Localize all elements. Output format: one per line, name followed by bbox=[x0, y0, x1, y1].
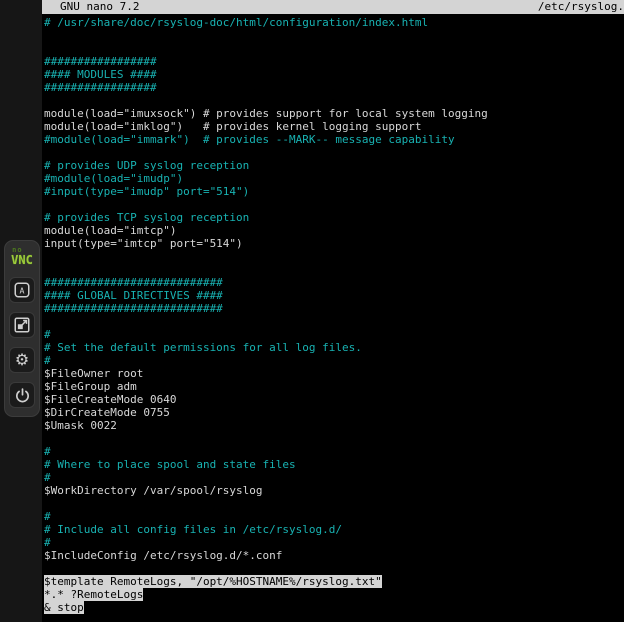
terminal-line: #module(load="imudp") bbox=[44, 172, 624, 185]
terminal-line: module(load="imklog") # provides kernel … bbox=[44, 120, 624, 133]
terminal-line: # bbox=[44, 354, 624, 367]
nano-version: GNU nano 7.2 bbox=[60, 0, 139, 14]
terminal-line: # Where to place spool and state files bbox=[44, 458, 624, 471]
selected-text: $template RemoteLogs, "/opt/%HOSTNAME%/r… bbox=[44, 575, 382, 588]
terminal-line: # Include all config files in /etc/rsysl… bbox=[44, 523, 624, 536]
terminal-line bbox=[44, 146, 624, 159]
terminal-line: #### MODULES #### bbox=[44, 68, 624, 81]
novnc-logo-vnc: VNC bbox=[11, 254, 33, 266]
terminal-line bbox=[44, 198, 624, 211]
terminal-line bbox=[44, 432, 624, 445]
terminal-line: #module(load="immark") # provides --MARK… bbox=[44, 133, 624, 146]
terminal-line: # provides TCP syslog reception bbox=[44, 211, 624, 224]
a-key-icon: A bbox=[13, 281, 31, 299]
terminal-line: input(type="imtcp" port="514") bbox=[44, 237, 624, 250]
novnc-logo: no VNC bbox=[11, 247, 33, 266]
keyboard-button[interactable]: A bbox=[9, 277, 35, 303]
terminal-line bbox=[44, 42, 624, 55]
terminal-line bbox=[44, 94, 624, 107]
fullscreen-icon bbox=[13, 316, 31, 334]
selected-text: *.* ?RemoteLogs bbox=[44, 588, 143, 601]
terminal-line: # bbox=[44, 510, 624, 523]
terminal-line: # /usr/share/doc/rsyslog-doc/html/config… bbox=[44, 16, 624, 29]
selected-text: & stop bbox=[44, 601, 84, 614]
terminal-lines: # /usr/share/doc/rsyslog-doc/html/config… bbox=[42, 14, 624, 614]
terminal-line: ########################### bbox=[44, 302, 624, 315]
gear-icon: ⚙ bbox=[15, 352, 29, 368]
terminal-line: $DirCreateMode 0755 bbox=[44, 406, 624, 419]
terminal-line: $FileOwner root bbox=[44, 367, 624, 380]
power-button[interactable] bbox=[9, 382, 35, 408]
terminal-line: ########################### bbox=[44, 276, 624, 289]
terminal-line: # bbox=[44, 471, 624, 484]
terminal-line: # bbox=[44, 536, 624, 549]
settings-button[interactable]: ⚙ bbox=[9, 347, 35, 373]
terminal-line: $FileCreateMode 0640 bbox=[44, 393, 624, 406]
terminal-line: $FileGroup adm bbox=[44, 380, 624, 393]
terminal-line: #### GLOBAL DIRECTIVES #### bbox=[44, 289, 624, 302]
terminal-line: $IncludeConfig /etc/rsyslog.d/*.conf bbox=[44, 549, 624, 562]
terminal-line bbox=[44, 29, 624, 42]
terminal-line bbox=[44, 315, 624, 328]
terminal-line: *.* ?RemoteLogs bbox=[44, 588, 624, 601]
terminal-line: # bbox=[44, 328, 624, 341]
nano-titlebar: GNU nano 7.2 /etc/rsyslog. bbox=[42, 0, 624, 14]
terminal-line bbox=[44, 250, 624, 263]
terminal-line: module(load="imtcp") bbox=[44, 224, 624, 237]
desktop: no VNC A ⚙ bbox=[0, 0, 624, 622]
svg-text:A: A bbox=[20, 285, 25, 295]
terminal-line: $Umask 0022 bbox=[44, 419, 624, 432]
power-icon bbox=[14, 387, 31, 404]
terminal-line: $WorkDirectory /var/spool/rsyslog bbox=[44, 484, 624, 497]
novnc-control-bar: no VNC A ⚙ bbox=[4, 240, 40, 417]
terminal-line: ################# bbox=[44, 81, 624, 94]
terminal-line: # Set the default permissions for all lo… bbox=[44, 341, 624, 354]
terminal-line: ################# bbox=[44, 55, 624, 68]
terminal-line: $template RemoteLogs, "/opt/%HOSTNAME%/r… bbox=[44, 575, 624, 588]
terminal-line: module(load="imuxsock") # provides suppo… bbox=[44, 107, 624, 120]
terminal-line bbox=[44, 562, 624, 575]
terminal-line bbox=[44, 263, 624, 276]
fullscreen-button[interactable] bbox=[9, 312, 35, 338]
terminal-line: #input(type="imudp" port="514") bbox=[44, 185, 624, 198]
terminal-screen[interactable]: GNU nano 7.2 /etc/rsyslog. # /usr/share/… bbox=[42, 0, 624, 622]
terminal-line: # provides UDP syslog reception bbox=[44, 159, 624, 172]
terminal-line bbox=[44, 497, 624, 510]
nano-filename: /etc/rsyslog. bbox=[538, 0, 624, 14]
terminal-line: # bbox=[44, 445, 624, 458]
terminal-line: & stop bbox=[44, 601, 624, 614]
